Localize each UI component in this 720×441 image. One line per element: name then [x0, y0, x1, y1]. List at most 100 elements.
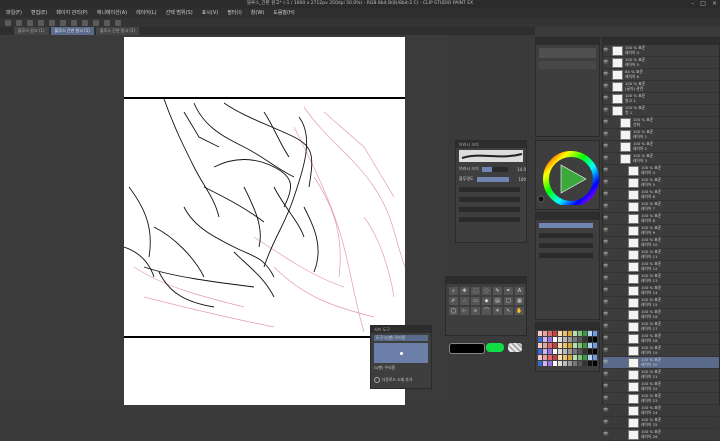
eraser-tool-icon[interactable]: ▭ [471, 297, 480, 305]
undo-icon[interactable] [38, 19, 44, 26]
eye-icon[interactable]: 👁 [603, 144, 609, 149]
layer-row[interactable]: 👁 100 % 표준 레이어 1 [603, 129, 719, 141]
airbrush-tool-icon[interactable]: ∴ [460, 297, 469, 305]
hand-tool-icon[interactable]: ✋ [515, 307, 524, 315]
color-swatch-grid[interactable] [536, 330, 599, 370]
eye-icon[interactable]: 👁 [603, 396, 609, 401]
eye-icon[interactable]: 👁 [603, 156, 609, 161]
brush-opacity-slider[interactable] [476, 176, 510, 182]
menu-window[interactable]: 창(W) [251, 8, 264, 18]
eye-icon[interactable]: 👁 [603, 60, 609, 65]
eye-icon[interactable]: 👁 [603, 252, 609, 257]
eye-icon[interactable]: 👁 [603, 276, 609, 281]
close-icon[interactable]: × [712, 0, 717, 8]
brush-tool-icon[interactable]: ✐ [449, 297, 458, 305]
menu-animation[interactable]: 애니메이션(A) [97, 8, 127, 18]
eye-icon[interactable]: 👁 [603, 180, 609, 185]
eye-icon[interactable]: 👁 [603, 336, 609, 341]
subtool-item-1[interactable]: 도구 G(펜) 우리용 [374, 335, 428, 341]
select-tool-icon[interactable]: ⬚ [471, 287, 480, 295]
layer-row[interactable]: 👁 100 % 표준 레이어 4 [603, 165, 719, 177]
layer-row[interactable]: 👁 100 % 표준 레이어 18 [603, 333, 719, 345]
eye-icon[interactable]: 👁 [603, 96, 609, 101]
eye-icon[interactable]: 👁 [603, 264, 609, 269]
pen-tool-icon[interactable]: ✒ [504, 287, 513, 295]
layer-row[interactable]: 👁 100 % 표준 레이어 11 [603, 249, 719, 261]
eye-icon[interactable]: 👁 [603, 48, 609, 53]
layer-row[interactable]: 👁 100 % 표준 선화 [603, 117, 719, 129]
menu-filter[interactable]: 필터(I) [227, 8, 242, 18]
eye-icon[interactable]: 👁 [603, 216, 609, 221]
snap-ruler-icon[interactable] [115, 19, 121, 26]
eye-icon[interactable]: 👁 [603, 108, 609, 113]
eye-icon[interactable]: 👁 [603, 300, 609, 305]
layer-row[interactable]: 👁 100 % 표준 레이어 10 [603, 237, 719, 249]
brush-size-slider[interactable] [481, 166, 509, 172]
layer-row[interactable]: 👁 100 % 표준 레이어 5 [603, 57, 719, 69]
main-color-swatch[interactable] [449, 343, 485, 354]
open-icon[interactable] [16, 19, 22, 26]
save-icon[interactable] [27, 19, 33, 26]
menu-selection[interactable]: 선택 범위(S) [166, 8, 193, 18]
layer-row[interactable]: 👁 100 % 표준 레이어 26 [603, 429, 719, 441]
menu-layer[interactable]: 레이어(L) [136, 8, 157, 18]
move-tool-icon[interactable]: ✥ [460, 287, 469, 295]
layer-row[interactable]: 👁 100 % 표준 컷 1 [603, 105, 719, 117]
manga-page[interactable] [123, 37, 406, 405]
snap-icon[interactable] [104, 19, 110, 26]
layer-row[interactable]: 👁 100 % 표준 레이어 20 [603, 357, 719, 369]
eye-icon[interactable]: 👁 [603, 420, 609, 425]
eye-icon[interactable]: 👁 [603, 324, 609, 329]
layer-row[interactable]: 👁 100 % 표준 원고 1 [603, 93, 719, 105]
blend-mode-select[interactable] [539, 232, 593, 238]
frame-tool-icon[interactable]: ▦ [515, 297, 524, 305]
eye-icon[interactable]: 👁 [603, 192, 609, 197]
balloon-tool-icon[interactable]: ◯ [449, 307, 458, 315]
invert-icon[interactable] [93, 19, 99, 26]
eye-icon[interactable]: 👁 [603, 84, 609, 89]
layer-row[interactable]: 👁 100 % 표준 레이어 17 [603, 321, 719, 333]
layer-row[interactable]: 👁 100 % 표준 레이어 22 [603, 381, 719, 393]
menu-page[interactable]: 페이지 관리(P) [56, 8, 88, 18]
eye-icon[interactable]: 👁 [603, 120, 609, 125]
text-tool-icon[interactable]: A [515, 287, 524, 295]
blend-tool-icon[interactable]: ≈ [471, 307, 480, 315]
eye-icon[interactable]: 👁 [603, 408, 609, 413]
tab-doc-2[interactable]: 블루스 간판 원고 (1) [50, 27, 94, 35]
gradient-tool-icon[interactable]: ▤ [493, 297, 502, 305]
transparent-color-swatch[interactable] [508, 343, 522, 352]
eye-icon[interactable]: 👁 [603, 168, 609, 173]
layer-row[interactable]: 👁 100 % 표준 레이어 8 [603, 213, 719, 225]
decoration-tool-icon[interactable]: ✶ [493, 307, 502, 315]
expression-color-select[interactable] [539, 242, 593, 248]
eye-icon[interactable]: 👁 [603, 360, 609, 365]
layer-opacity-slider[interactable] [539, 222, 593, 228]
eye-icon[interactable]: 👁 [603, 132, 609, 137]
layer-row[interactable]: 👁 100 % 표준 레이어 5 [603, 177, 719, 189]
layer-row[interactable]: 👁 100 % 표준 레이어 2 [603, 141, 719, 153]
maximize-icon[interactable]: □ [700, 0, 706, 8]
layer-row[interactable]: 👁 100 % 표준 레이어 9 [603, 225, 719, 237]
deselect-icon[interactable] [82, 19, 88, 26]
eye-icon[interactable]: 👁 [603, 204, 609, 209]
subtool-item-2[interactable]: G(펜) 우리용 [374, 365, 428, 371]
eye-icon[interactable]: 👁 [603, 372, 609, 377]
layer-row[interactable]: 👁 100 % 표준 레이어 16 [603, 309, 719, 321]
tab-doc-1[interactable]: 블루스 원고 (1) [14, 27, 49, 35]
minimize-icon[interactable]: – [691, 0, 694, 8]
subtool-preview[interactable] [374, 343, 428, 363]
vector-slider[interactable] [459, 206, 520, 212]
operation-tool-icon[interactable]: ↖ [504, 307, 513, 315]
menu-edit[interactable]: 편집(E) [31, 8, 47, 18]
sub-color-swatch[interactable] [486, 343, 504, 352]
eye-icon[interactable]: 👁 [603, 72, 609, 77]
zoom-tool-icon[interactable]: ⌕ [449, 287, 458, 295]
tab-doc-3[interactable]: 블루스 간판 원고 (2) [95, 27, 140, 35]
layer-row[interactable]: 👁 100 % 표준 레이어 19 [603, 345, 719, 357]
layer-row[interactable]: 👁 100 % 표준 레이어 25 [603, 417, 719, 429]
layer-row[interactable]: 👁 100 % 표준 레이어 23 [603, 393, 719, 405]
menu-help[interactable]: 도움말(H) [273, 8, 294, 18]
layer-row[interactable]: 👁 100 % 표준 레이어 13 [603, 273, 719, 285]
layer-row[interactable]: 👁 100 % 표준 레이어 12 [603, 261, 719, 273]
eye-icon[interactable]: 👁 [603, 384, 609, 389]
